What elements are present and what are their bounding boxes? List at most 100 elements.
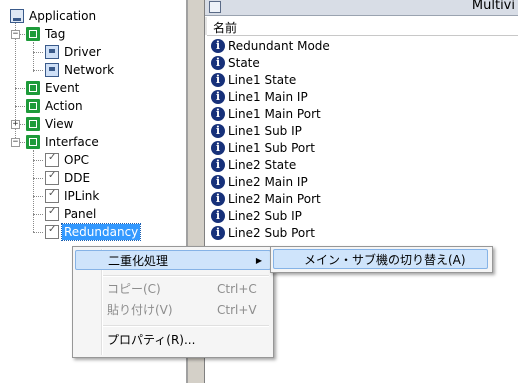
info-icon: i bbox=[211, 208, 225, 223]
list-item[interactable]: i Line1 Main IP bbox=[211, 88, 308, 105]
tree-connector bbox=[33, 214, 43, 215]
tree-node-tag[interactable]: Tag bbox=[26, 26, 67, 42]
info-icon: i bbox=[211, 157, 225, 172]
list-item[interactable]: i State bbox=[211, 54, 260, 71]
window-icon bbox=[209, 1, 221, 13]
menu-separator bbox=[103, 275, 269, 277]
tag-folder-icon bbox=[26, 27, 40, 41]
menu-item-label: コピー(C) bbox=[107, 282, 161, 296]
list-item[interactable]: i Line2 Main Port bbox=[211, 190, 321, 207]
tree-node-label: IPLink bbox=[64, 189, 100, 203]
info-icon: i bbox=[211, 38, 225, 53]
info-icon: i bbox=[211, 140, 225, 155]
list-item[interactable]: i Line1 Sub IP bbox=[211, 122, 302, 139]
pane-titlebar: Multivi bbox=[205, 0, 518, 16]
tree-node-event[interactable]: Event bbox=[26, 80, 81, 96]
menu-item-label: メイン・サブ機の切り替え(A) bbox=[304, 253, 466, 267]
list-item-label: Line1 State bbox=[228, 72, 297, 87]
application-icon bbox=[10, 9, 24, 23]
tree-connector bbox=[15, 106, 25, 107]
tree-node-opc[interactable]: OPC bbox=[45, 152, 91, 168]
list-item[interactable]: i Line1 State bbox=[211, 71, 296, 88]
tree-node-label: Action bbox=[45, 99, 83, 113]
tree-node-view[interactable]: View bbox=[26, 116, 75, 132]
list-item-label: Line2 Sub IP bbox=[228, 208, 302, 223]
tree-connector bbox=[33, 160, 43, 161]
column-header-label: 名前 bbox=[213, 21, 238, 35]
menu-item-shortcut: Ctrl+C bbox=[217, 282, 257, 296]
document-check-icon bbox=[45, 224, 59, 239]
tree-node-label: Redundancy bbox=[60, 223, 142, 241]
list-item-label: Line1 Main IP bbox=[228, 89, 308, 104]
list-item-label: Line2 Sub Port bbox=[228, 225, 315, 240]
submenu-arrow-icon: ▶ bbox=[255, 256, 262, 265]
info-icon: i bbox=[211, 72, 225, 87]
tree-node-action[interactable]: Action bbox=[26, 98, 85, 114]
tree-node-dde[interactable]: DDE bbox=[45, 170, 92, 186]
info-icon: i bbox=[211, 89, 225, 104]
tree-node-label: Panel bbox=[64, 207, 97, 221]
menu-item-switch-main-sub[interactable]: メイン・サブ機の切り替え(A) bbox=[273, 249, 488, 269]
list-item-label: Line1 Sub Port bbox=[228, 140, 315, 155]
list-item-label: Line2 State bbox=[228, 157, 297, 172]
column-header-name[interactable]: 名前 bbox=[207, 17, 518, 36]
tree-connector bbox=[33, 52, 43, 53]
menu-item-shortcut: Ctrl+V bbox=[217, 303, 257, 317]
info-icon: i bbox=[211, 225, 225, 240]
tree-node-label: Interface bbox=[45, 135, 99, 149]
tree-node-label: View bbox=[45, 117, 74, 131]
menu-item-label: 貼り付け(V) bbox=[107, 303, 173, 317]
tree-connector bbox=[15, 88, 25, 89]
tree-node-interface[interactable]: Interface bbox=[26, 134, 101, 150]
document-check-icon bbox=[45, 170, 59, 185]
menu-separator bbox=[103, 325, 269, 327]
document-check-icon bbox=[45, 152, 59, 167]
tree-node-label: Application bbox=[29, 9, 97, 23]
tree-node-redundancy[interactable]: Redundancy bbox=[45, 223, 142, 241]
tree-node-label: Tag bbox=[45, 27, 66, 41]
list-item-label: Redundant Mode bbox=[228, 38, 330, 53]
list-item[interactable]: i Line2 State bbox=[211, 156, 296, 173]
tag-collapse-toggle[interactable]: − bbox=[11, 30, 20, 39]
interface-collapse-toggle[interactable]: − bbox=[11, 138, 20, 147]
list-item-label: Line2 Main Port bbox=[228, 191, 321, 206]
tree-connector bbox=[33, 196, 43, 197]
view-icon bbox=[26, 117, 40, 131]
info-icon: i bbox=[211, 191, 225, 206]
tree-node-driver[interactable]: Driver bbox=[45, 44, 103, 60]
tree-connector bbox=[33, 178, 43, 179]
menu-item-label: 二重化処理 bbox=[108, 254, 169, 268]
document-check-icon bbox=[45, 206, 59, 221]
list-item-label: Line1 Main Port bbox=[228, 106, 321, 121]
event-icon bbox=[26, 81, 40, 95]
tree-connector bbox=[33, 232, 43, 233]
list-item-label: State bbox=[228, 55, 260, 70]
tree-node-iplink[interactable]: IPLink bbox=[45, 188, 101, 204]
menu-item-paste[interactable]: 貼り付け(V) Ctrl+V bbox=[75, 300, 271, 320]
list-item[interactable]: i Line2 Sub Port bbox=[211, 224, 315, 241]
list-item[interactable]: i Redundant Mode bbox=[211, 37, 330, 54]
tree-connector bbox=[33, 70, 43, 71]
tree-node-label: Driver bbox=[64, 45, 101, 59]
list-item[interactable]: i Line1 Sub Port bbox=[211, 139, 315, 156]
tree-node-panel[interactable]: Panel bbox=[45, 206, 98, 222]
menu-item-copy[interactable]: コピー(C) Ctrl+C bbox=[75, 279, 271, 299]
list-item-label: Line1 Sub IP bbox=[228, 123, 302, 138]
pane-title: Multivi bbox=[471, 0, 515, 13]
tree-node-label: DDE bbox=[64, 171, 91, 185]
interface-icon bbox=[26, 135, 40, 149]
menu-item-redundancy[interactable]: 二重化処理 ▶ bbox=[75, 250, 271, 270]
info-icon: i bbox=[211, 174, 225, 189]
tree-node-application[interactable]: Application bbox=[10, 8, 98, 24]
submenu-redundancy: メイン・サブ機の切り替え(A) bbox=[270, 246, 493, 273]
menu-item-properties[interactable]: プロパティ(R)... bbox=[75, 330, 271, 350]
context-menu: 二重化処理 ▶ コピー(C) Ctrl+C 貼り付け(V) Ctrl+V プロパ… bbox=[72, 246, 274, 358]
info-icon: i bbox=[211, 123, 225, 138]
tree-node-network[interactable]: Network bbox=[45, 62, 116, 78]
list-item[interactable]: i Line1 Main Port bbox=[211, 105, 321, 122]
tree-connector bbox=[33, 42, 34, 72]
list-item[interactable]: i Line2 Sub IP bbox=[211, 207, 302, 224]
view-expand-toggle[interactable]: + bbox=[11, 120, 20, 129]
network-icon bbox=[45, 63, 59, 77]
list-item[interactable]: i Line2 Main IP bbox=[211, 173, 308, 190]
